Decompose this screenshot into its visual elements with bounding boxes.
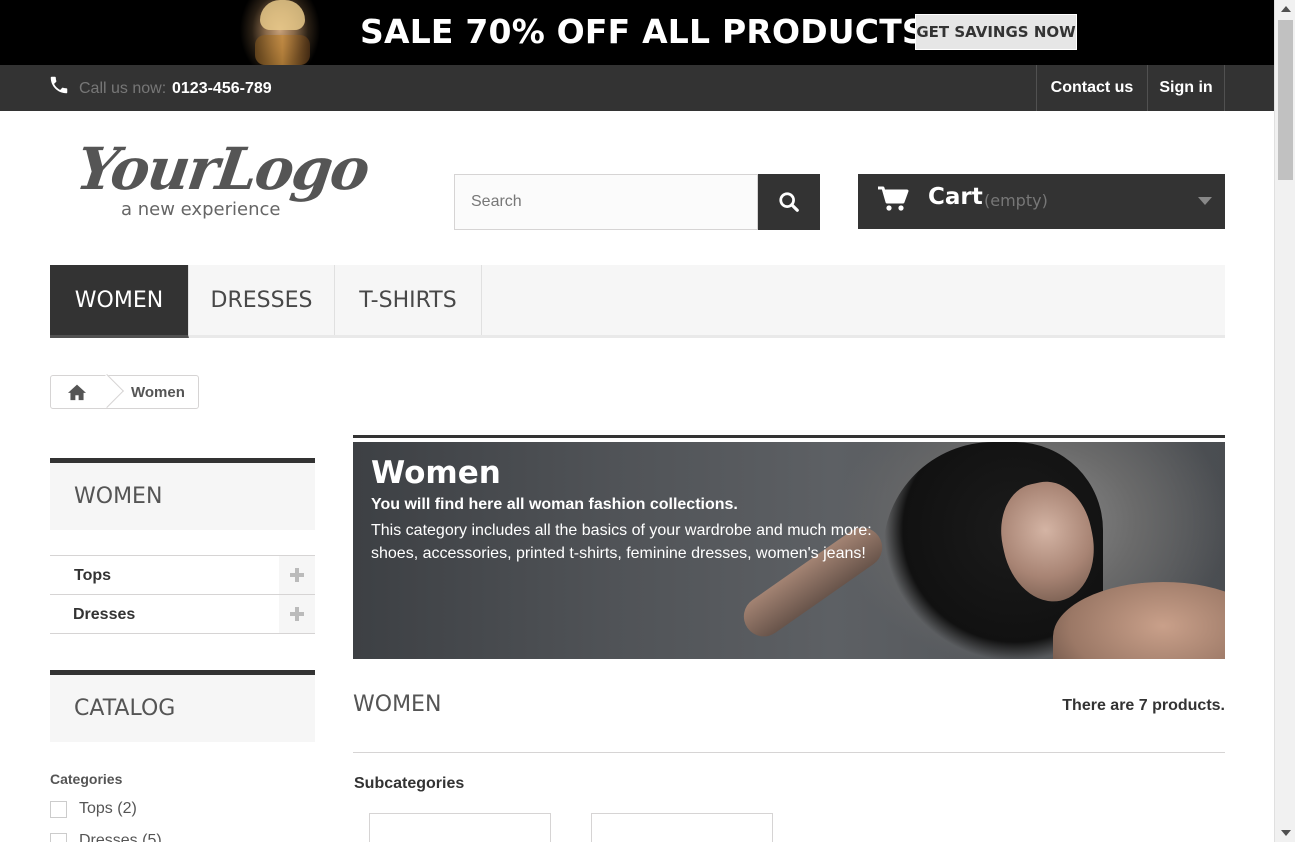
cart-status: (empty) (984, 191, 1048, 210)
plus-icon[interactable] (278, 556, 315, 594)
scroll-up-icon[interactable] (1281, 6, 1291, 12)
filter-checkbox[interactable] (50, 800, 67, 818)
menu-item-women[interactable]: WOMEN (50, 265, 189, 338)
menu-item-tshirts[interactable]: T-SHIRTS (335, 265, 482, 335)
sidebar-category-list: Tops Dresses (50, 555, 315, 634)
logo-wordmark: YourLogo (72, 135, 373, 203)
category-title: Women (371, 455, 501, 491)
sidebar-women-title: WOMEN (50, 458, 315, 530)
subcategories-title: Subcategories (354, 775, 465, 792)
logo-tagline: a new experience (121, 199, 281, 220)
page-scrollbar[interactable] (1274, 0, 1295, 842)
filter-option-tops[interactable]: Tops (2) (50, 798, 137, 820)
scroll-thumb[interactable] (1278, 20, 1293, 180)
main-menu: WOMEN DRESSES T-SHIRTS (50, 265, 1225, 338)
search-input[interactable] (454, 174, 758, 230)
category-description: This category includes all the basics of… (371, 522, 872, 562)
plus-icon[interactable] (278, 595, 315, 633)
filter-option-dresses[interactable]: Dresses (5) (50, 830, 162, 842)
sidebar-item-tops[interactable]: Tops (50, 556, 315, 595)
cart-button[interactable]: Cart (empty) (858, 174, 1225, 229)
filter-label: Tops (2) (79, 800, 137, 817)
home-icon (68, 384, 86, 401)
call-label: Call us now: (79, 80, 167, 97)
search-button[interactable] (758, 174, 820, 230)
breadcrumb: Women (50, 374, 199, 409)
sign-in-link[interactable]: Sign in (1147, 65, 1225, 111)
cart-label: Cart (928, 184, 983, 210)
sidebar-item-label: Dresses (73, 606, 136, 623)
get-savings-button[interactable]: GET SAVINGS NOW (915, 14, 1077, 50)
category-banner: Women You will find here all woman fashi… (353, 435, 1225, 659)
sidebar-catalog-title: CATALOG (50, 670, 315, 742)
breadcrumb-current: Women (131, 384, 185, 401)
scroll-down-icon[interactable] (1281, 830, 1291, 836)
chevron-down-icon (1198, 197, 1212, 205)
promo-banner[interactable]: SALE 70% OFF ALL PRODUCTS GET SAVINGS NO… (0, 0, 1274, 65)
filter-checkbox[interactable] (50, 832, 67, 842)
promo-headline: SALE 70% OFF ALL PRODUCTS (360, 12, 926, 51)
sidebar-item-label: Tops (74, 567, 112, 584)
phone-icon (50, 76, 68, 94)
product-count: There are 7 products. (1062, 697, 1225, 714)
promo-model-image (200, 0, 380, 65)
phone-number: 0123-456-789 (172, 80, 272, 97)
subcategory-card[interactable] (369, 813, 551, 842)
divider (353, 752, 1225, 753)
contact-us-link[interactable]: Contact us (1036, 65, 1147, 111)
subcategory-card[interactable] (591, 813, 773, 842)
category-heading: WOMEN (353, 692, 442, 717)
sidebar-item-dresses[interactable]: Dresses (50, 595, 315, 634)
site-logo[interactable]: YourLogo a new experience (72, 135, 375, 225)
search-icon (779, 192, 799, 212)
cart-icon (878, 186, 909, 211)
top-navbar: Call us now: 0123-456-789 Contact us Sig… (0, 65, 1274, 111)
filter-group-title: Categories (50, 771, 123, 787)
breadcrumb-home[interactable] (51, 376, 103, 408)
category-subtitle: You will find here all woman fashion col… (371, 496, 738, 513)
filter-label: Dresses (5) (79, 832, 162, 842)
menu-item-dresses[interactable]: DRESSES (189, 265, 335, 335)
